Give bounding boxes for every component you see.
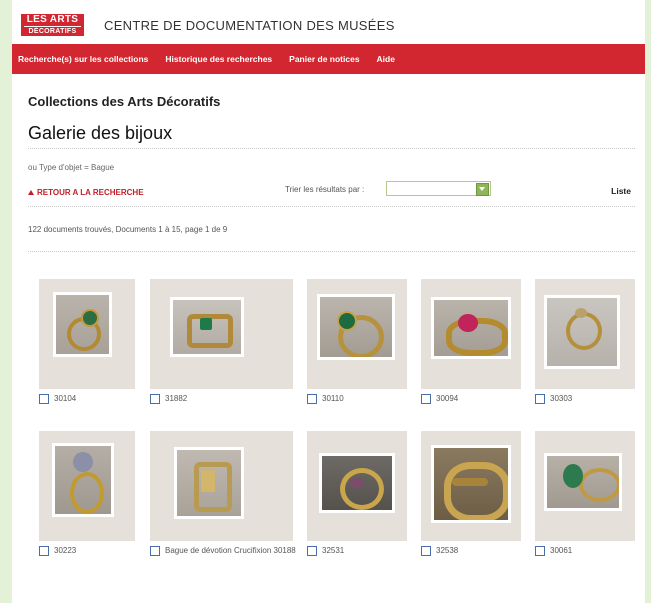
search-criteria: ou Type d'objet = Bague	[28, 163, 115, 172]
results-count: 122 documents trouvés, Documents 1 à 15,…	[28, 225, 635, 252]
ring-photo	[431, 445, 511, 523]
item-number[interactable]: 30061	[550, 546, 572, 555]
item-caption: 32531	[307, 546, 407, 556]
back-to-search-link[interactable]: RETOUR A LA RECHERCHE	[28, 188, 144, 197]
main-content: Collections des Arts Décoratifs Galerie …	[12, 94, 645, 556]
logo-line1: LES ARTS	[26, 14, 79, 25]
item-number[interactable]: 32538	[436, 546, 458, 555]
thumbnail[interactable]	[39, 431, 135, 541]
sort-select[interactable]	[386, 181, 491, 196]
item-number[interactable]: 30223	[54, 546, 76, 555]
nav-item-history[interactable]: Historique des recherches	[165, 54, 272, 64]
ring-photo	[544, 295, 620, 369]
thumbnail[interactable]	[535, 279, 635, 389]
ring-photo	[319, 453, 395, 513]
item-number[interactable]: 32531	[322, 546, 344, 555]
item-number[interactable]: 30110	[322, 394, 344, 403]
site-header: LES ARTS DÉCORATIFS CENTRE DE DOCUMENTAT…	[12, 0, 645, 44]
arrow-up-icon	[28, 190, 34, 195]
thumbnail[interactable]	[39, 279, 135, 389]
result-item[interactable]: 32531	[307, 431, 407, 556]
select-checkbox[interactable]	[421, 546, 431, 556]
ring-photo	[53, 292, 112, 357]
ring-photo	[174, 447, 244, 519]
item-caption: 30061	[535, 546, 635, 556]
logo-line2: DÉCORATIFS	[24, 26, 81, 36]
nav-item-search[interactable]: Recherche(s) sur les collections	[18, 54, 148, 64]
item-caption: 30094	[421, 394, 521, 404]
page: LES ARTS DÉCORATIFS CENTRE DE DOCUMENTAT…	[12, 0, 645, 603]
select-checkbox[interactable]	[535, 546, 545, 556]
item-caption: 30104	[39, 394, 135, 404]
chevron-down-icon[interactable]	[476, 183, 489, 196]
logo[interactable]: LES ARTS DÉCORATIFS	[21, 14, 84, 36]
result-item[interactable]: 31882	[150, 279, 293, 404]
thumbnail[interactable]	[421, 279, 521, 389]
sort-label: Trier les résultats par :	[285, 185, 365, 194]
item-number[interactable]: Bague de dévotion Crucifixion 30188	[165, 546, 296, 555]
thumbnail[interactable]	[150, 431, 293, 541]
item-caption: 30303	[535, 394, 635, 404]
back-label: RETOUR A LA RECHERCHE	[37, 188, 144, 197]
nav-item-basket[interactable]: Panier de notices	[289, 54, 359, 64]
item-caption: 30110	[307, 394, 407, 404]
select-checkbox[interactable]	[150, 546, 160, 556]
list-view-link[interactable]: Liste	[611, 186, 631, 196]
result-item[interactable]: Bague de dévotion Crucifixion 30188	[150, 431, 296, 556]
thumbnail[interactable]	[307, 431, 407, 541]
site-title: CENTRE DE DOCUMENTATION DES MUSÉES	[104, 18, 395, 33]
thumbnail[interactable]	[150, 279, 293, 389]
item-number[interactable]: 31882	[165, 394, 187, 403]
result-item[interactable]: 30223	[39, 431, 135, 556]
thumbnail[interactable]	[535, 431, 635, 541]
main-nav: Recherche(s) sur les collections Histori…	[12, 44, 645, 74]
item-number[interactable]: 30104	[54, 394, 76, 403]
item-caption: Bague de dévotion Crucifixion 30188	[150, 546, 296, 556]
ring-photo	[544, 453, 622, 511]
result-item[interactable]: 30303	[535, 279, 635, 404]
result-item[interactable]: 30110	[307, 279, 407, 404]
ring-photo	[52, 443, 114, 517]
thumbnail[interactable]	[421, 431, 521, 541]
select-checkbox[interactable]	[307, 394, 317, 404]
ring-photo	[431, 297, 511, 359]
result-item[interactable]: 30094	[421, 279, 521, 404]
results-toolbar: RETOUR A LA RECHERCHE Trier les résultat…	[28, 180, 635, 207]
select-checkbox[interactable]	[535, 394, 545, 404]
result-item[interactable]: 30061	[535, 431, 635, 556]
select-checkbox[interactable]	[39, 546, 49, 556]
select-checkbox[interactable]	[150, 394, 160, 404]
collection-title: Collections des Arts Décoratifs	[28, 94, 221, 109]
result-item[interactable]: 32538	[421, 431, 521, 556]
item-number[interactable]: 30094	[436, 394, 458, 403]
select-checkbox[interactable]	[307, 546, 317, 556]
select-checkbox[interactable]	[39, 394, 49, 404]
ring-photo	[170, 297, 244, 357]
thumbnail[interactable]	[307, 279, 407, 389]
nav-item-help[interactable]: Aide	[377, 54, 395, 64]
ring-photo	[317, 294, 395, 360]
item-caption: 32538	[421, 546, 521, 556]
select-checkbox[interactable]	[421, 394, 431, 404]
item-caption: 31882	[150, 394, 293, 404]
item-number[interactable]: 30303	[550, 394, 572, 403]
item-caption: 30223	[39, 546, 135, 556]
result-item[interactable]: 30104	[39, 279, 135, 404]
gallery-title: Galerie des bijoux	[28, 123, 635, 149]
